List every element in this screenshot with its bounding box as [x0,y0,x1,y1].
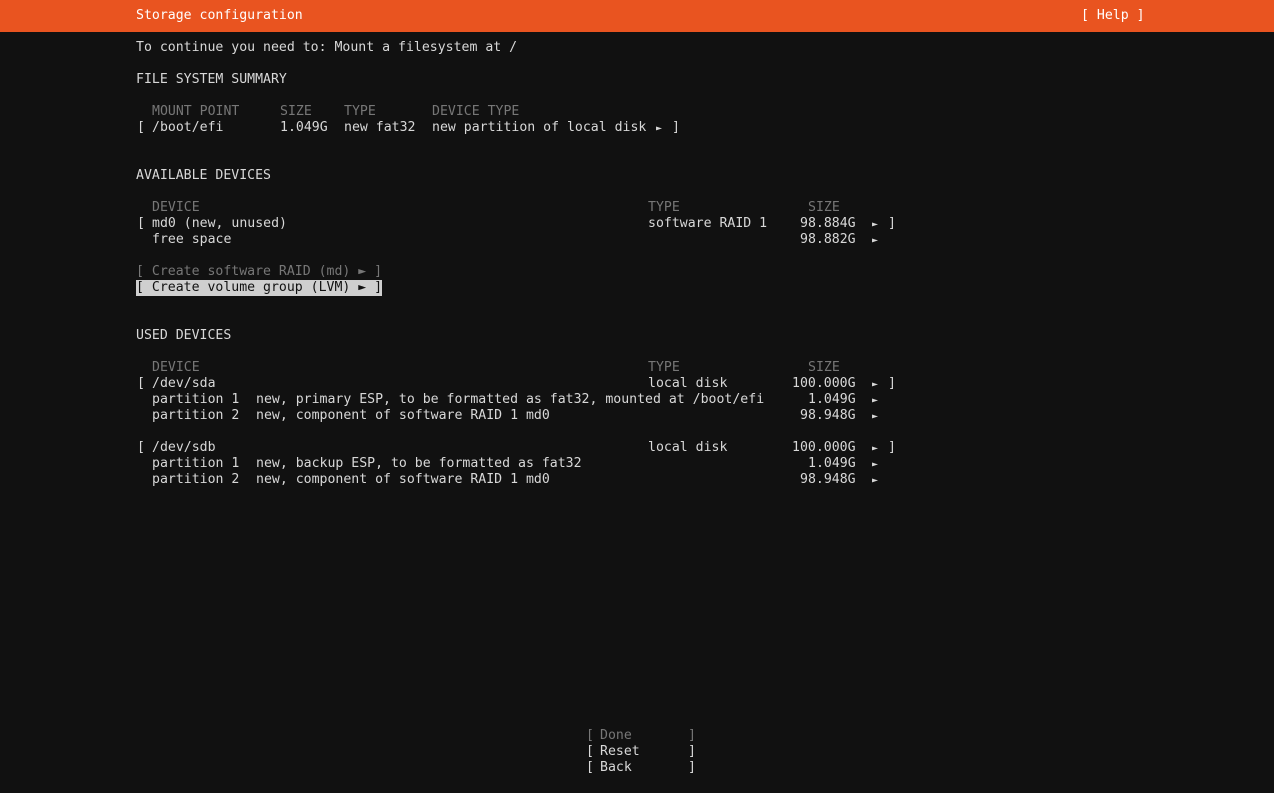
disk-name: /dev/sda [152,376,216,391]
button-close-bracket: ] [688,744,696,759]
menu-arrow-icon[interactable]: ► [872,441,878,457]
partition-size: 1.049G [808,392,856,407]
button-open-bracket: [ [586,728,594,743]
row-close-bracket: ] [672,120,680,135]
partition-description: new, component of software RAID 1 md0 [256,408,550,423]
device-type: new partition of local disk [432,120,647,135]
col-size: SIZE [808,360,840,375]
row-open-bracket: [ [137,216,145,231]
header-bar: Storage configuration [ Help ] [0,0,1274,32]
help-button[interactable]: [ Help ] [1081,8,1145,24]
fs-summary-heading: FILE SYSTEM SUMMARY [136,72,287,87]
size: 1.049G [280,120,328,135]
menu-arrow-icon[interactable]: ► [872,233,878,249]
done-label: Done [600,728,632,743]
menu-arrow-icon[interactable]: ► [872,377,878,393]
col-type: TYPE [648,360,680,375]
button-close-bracket: ] [688,728,696,743]
col-device-type: DEVICE TYPE [432,104,520,119]
menu-arrow-icon[interactable]: ► [872,393,878,409]
free-space-label: free space [152,232,232,247]
col-device: DEVICE [152,200,200,215]
button-close-bracket: ] [688,760,696,775]
create-volume-group-button[interactable]: [ Create volume group (LVM) ► ] [136,280,383,296]
mount-point: /boot/efi [152,120,224,135]
disk-size: 100.000G [792,440,856,455]
device-type: software RAID 1 [648,216,768,231]
fs-type: new fat32 [344,120,416,135]
menu-arrow-icon[interactable]: ► [656,121,662,137]
menu-arrow-icon[interactable]: ► [872,217,878,233]
col-mount-point: MOUNT POINT [152,104,240,119]
disk-type: local disk [648,376,728,391]
disk-size: 100.000G [792,376,856,391]
partition-name: partition 2 [152,408,240,423]
col-size: SIZE [808,200,840,215]
partition-size: 1.049G [808,456,856,471]
row-open-bracket: [ [137,120,145,135]
menu-arrow-icon[interactable]: ► [872,473,878,489]
col-size: SIZE [280,104,312,119]
menu-arrow-icon[interactable]: ► [872,457,878,473]
device-name: md0 (new, unused) [152,216,287,231]
row-close-bracket: ] [888,440,896,455]
disk-name: /dev/sdb [152,440,216,455]
page-title: Storage configuration [136,8,303,23]
partition-description: new, backup ESP, to be formatted as fat3… [256,456,582,471]
col-device: DEVICE [152,360,200,375]
row-close-bracket: ] [888,216,896,231]
instruction-text: To continue you need to: Mount a filesys… [136,40,518,55]
available-devices-heading: AVAILABLE DEVICES [136,168,271,183]
col-type: TYPE [344,104,376,119]
partition-size: 98.948G [800,408,856,423]
disk-type: local disk [648,440,728,455]
menu-arrow-icon[interactable]: ► [872,409,878,425]
partition-name: partition 1 [152,456,240,471]
create-software-raid-button[interactable]: [ Create software RAID (md) ► ] [136,264,382,280]
back-label: Back [600,760,632,775]
partition-name: partition 2 [152,472,240,487]
reset-label: Reset [600,744,640,759]
row-close-bracket: ] [888,376,896,391]
partition-size: 98.948G [800,472,856,487]
partition-name: partition 1 [152,392,240,407]
used-devices-heading: USED DEVICES [136,328,232,343]
partition-description: new, component of software RAID 1 md0 [256,472,550,487]
col-type: TYPE [648,200,680,215]
row-open-bracket: [ [137,376,145,391]
button-open-bracket: [ [586,760,594,775]
partition-description: new, primary ESP, to be formatted as fat… [256,392,765,407]
free-space-size: 98.882G [800,232,856,247]
row-open-bracket: [ [137,440,145,455]
button-open-bracket: [ [586,744,594,759]
device-size: 98.884G [800,216,856,231]
